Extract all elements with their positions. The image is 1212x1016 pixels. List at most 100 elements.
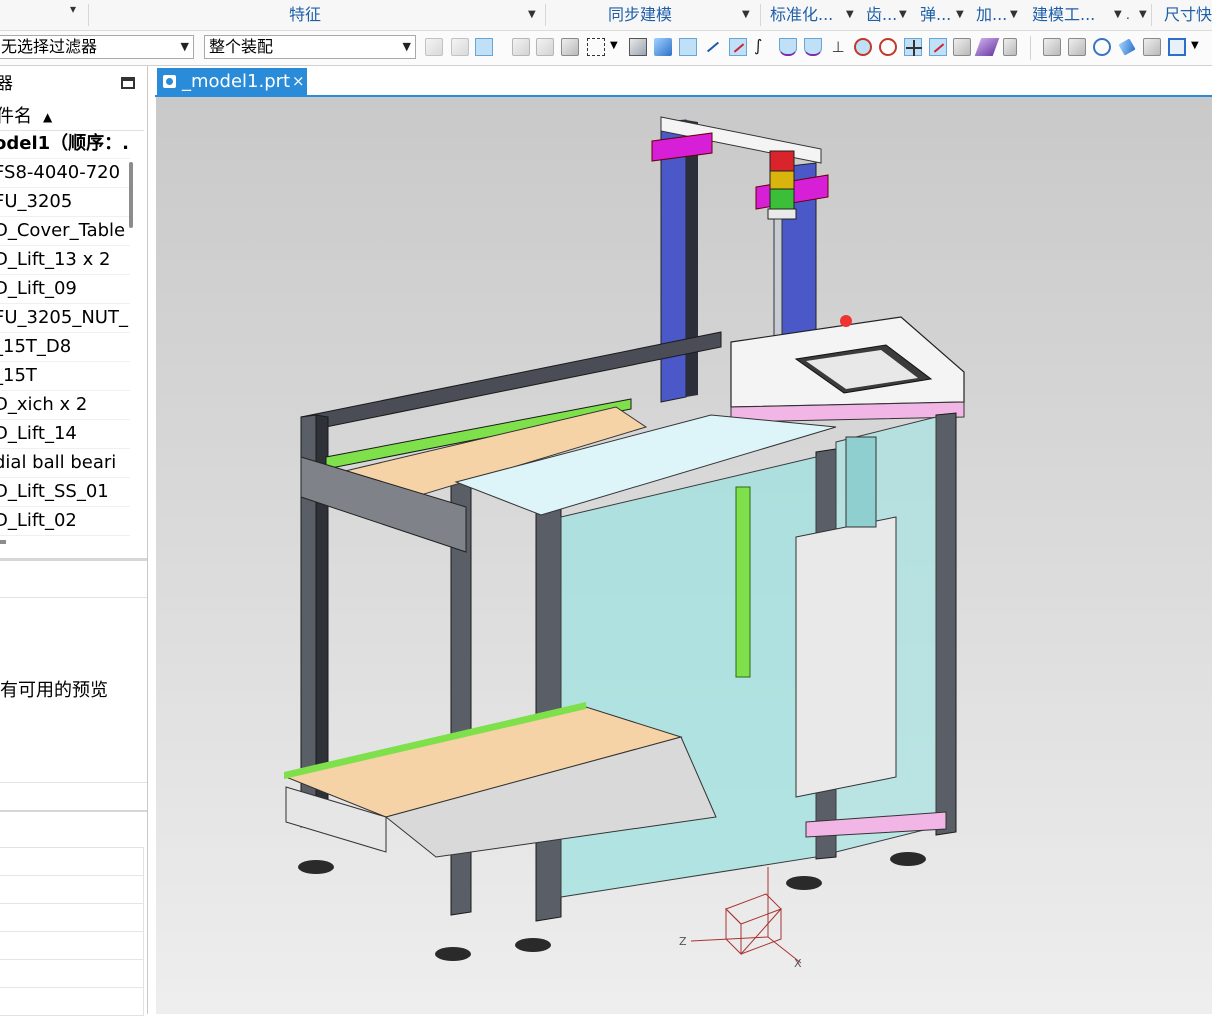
ribbon-group-modeling-tools[interactable]: 建模工... (1032, 0, 1095, 30)
panel-splitter[interactable] (0, 558, 147, 561)
tree-row-label: FS8-4040-720 (0, 162, 121, 183)
assembly-navigator-icon[interactable] (425, 38, 443, 56)
solid-body-icon[interactable] (629, 38, 647, 56)
column-header-name[interactable]: 件名 ▲ (0, 104, 144, 131)
spline-point-icon[interactable] (779, 38, 797, 56)
mid-point-icon[interactable] (729, 38, 747, 56)
find-icon[interactable] (561, 38, 579, 56)
chevron-down-icon[interactable]: ▼ (742, 0, 750, 30)
tree-row[interactable]: D_Lift_02 (0, 507, 130, 536)
end-point-icon[interactable] (704, 38, 722, 56)
tree-row[interactable]: FU_3205 (0, 188, 130, 217)
tree-row-label: D_Lift_14 (0, 423, 77, 444)
table-row[interactable] (0, 876, 143, 904)
chevron-down-icon: ▼ (402, 40, 411, 53)
ribbon-group-label: 尺寸快 (1164, 5, 1212, 24)
book-icon[interactable] (1003, 38, 1017, 56)
quadrant-point-icon[interactable] (879, 38, 897, 56)
dependencies-table (0, 847, 144, 1016)
select-all-icon[interactable] (475, 38, 493, 56)
table-row[interactable] (0, 960, 143, 988)
ribbon-group-label: 标准化... (770, 5, 834, 24)
tree-row-root[interactable]: odel1（顺序：. (0, 130, 130, 159)
curve-point-icon[interactable]: ∫ (754, 38, 772, 56)
tree-row[interactable]: FU_3205_NUT_ (0, 304, 130, 333)
ribbon-group-synchronous-modeling[interactable]: 同步建模 (608, 0, 672, 30)
ribbon-groups-bar: ▾ 特征 ▼ 同步建模 ▼ 标准化... ▼ 齿... ▼ 弹... ▼ 加..… (0, 0, 1212, 31)
tree-row-label: _15T_D8 (0, 336, 72, 357)
snap-on-icon[interactable] (536, 38, 554, 56)
intersection-icon[interactable]: ⊥ (829, 38, 847, 56)
vertex-snap-icon[interactable] (679, 38, 697, 56)
type-filter-value: 无选择过滤器 (1, 37, 98, 56)
chevron-down-icon[interactable]: ▼ (1010, 0, 1018, 30)
maximize-icon[interactable] (121, 77, 135, 89)
tree-row[interactable]: D_xich x 2 (0, 391, 130, 420)
table-row[interactable] (0, 848, 143, 876)
arc-center-icon[interactable] (854, 38, 872, 56)
ribbon-group-standard-parts[interactable]: 标准化... (770, 0, 833, 30)
ribbon-group-machining[interactable]: 加... (976, 0, 1007, 30)
tree-row-label: D_Lift_09 (0, 278, 77, 299)
chevron-down-icon[interactable]: ▼ (1191, 40, 1199, 51)
snap-point-icon[interactable] (512, 38, 530, 56)
tree-row[interactable]: D_Lift_14 (0, 420, 130, 449)
chevron-down-icon[interactable]: ▼ (1114, 0, 1122, 30)
ribbon-group-dimension-quick[interactable]: 尺寸快 (1164, 0, 1212, 30)
tree-row-label: FU_3205_NUT_ (0, 307, 128, 328)
pan-icon[interactable] (1118, 38, 1136, 56)
document-tab[interactable]: _model1.prt × (157, 68, 307, 96)
tree-row[interactable]: _15T (0, 362, 130, 391)
chevron-down-icon[interactable]: ▼ (899, 0, 907, 30)
tree-row[interactable]: D_Lift_SS_01 (0, 478, 130, 507)
selection-toolbar: 无选择过滤器 ▼ 整个装配 ▼ ▼ ∫ ⊥ ▼ (0, 31, 1212, 66)
rectangle-select-icon[interactable] (587, 38, 605, 56)
select-feature-icon[interactable] (451, 38, 469, 56)
fit-view-icon[interactable] (1043, 38, 1061, 56)
tree-row[interactable]: _15T_D8 (0, 333, 130, 362)
ribbon-group-gear[interactable]: 齿... (866, 0, 897, 30)
point-on-curve-icon[interactable] (929, 38, 947, 56)
ribbon-collapse-dropdown[interactable]: ▾ (70, 0, 76, 24)
ribbon-more[interactable]: . (1126, 0, 1130, 30)
tree-row[interactable]: D_Cover_Table (0, 217, 130, 246)
document-tab-label: _model1.prt (182, 71, 291, 92)
rotate-icon[interactable] (1093, 38, 1111, 56)
chevron-down-icon[interactable]: ▼ (528, 0, 536, 30)
existing-point-icon[interactable] (904, 38, 922, 56)
selection-scope-select[interactable]: 整个装配 ▼ (204, 35, 416, 59)
table-row[interactable] (0, 904, 143, 932)
part-file-icon (163, 75, 176, 88)
ribbon-group-label: 同步建模 (608, 5, 673, 24)
tree-row[interactable]: FS8-4040-720 (0, 159, 130, 188)
tree-row-label: D_xich x 2 (0, 394, 88, 415)
cad-model-view[interactable]: Z X (156, 97, 1212, 1014)
tree-vertical-scrollbar[interactable] (129, 162, 133, 228)
chevron-down-icon[interactable]: ▼ (1139, 0, 1147, 30)
tree-horizontal-scrollbar[interactable] (0, 540, 6, 544)
table-row[interactable] (0, 932, 143, 960)
orient-view-icon[interactable] (1143, 38, 1161, 56)
graphics-window[interactable]: Z X (156, 97, 1212, 1014)
bounded-grid-icon[interactable] (974, 38, 1000, 56)
ribbon-group-spring[interactable]: 弹... (920, 0, 951, 30)
tree-row[interactable]: D_Lift_13 x 2 (0, 246, 130, 275)
point-on-face-icon[interactable] (953, 38, 971, 56)
selection-scope-value: 整个装配 (209, 37, 274, 56)
tree-row[interactable]: D_Lift_09 (0, 275, 130, 304)
type-filter-select[interactable]: 无选择过滤器 ▼ (0, 35, 194, 59)
tree-row-label: _15T (0, 365, 37, 386)
close-icon[interactable]: × (292, 68, 305, 95)
chevron-down-icon[interactable]: ▼ (956, 0, 964, 30)
spline-pole-icon[interactable] (804, 38, 822, 56)
panel-splitter[interactable] (0, 810, 147, 812)
component-icon[interactable] (654, 38, 672, 56)
ribbon-group-features[interactable]: 特征 (289, 0, 321, 30)
tree-row[interactable]: dial ball beari (0, 449, 130, 478)
triad-x-label: X (794, 957, 802, 970)
chevron-down-icon[interactable]: ▼ (610, 40, 618, 51)
divider (0, 782, 147, 783)
rendering-style-icon[interactable] (1168, 38, 1186, 56)
chevron-down-icon[interactable]: ▼ (846, 0, 854, 30)
zoom-icon[interactable] (1068, 38, 1086, 56)
